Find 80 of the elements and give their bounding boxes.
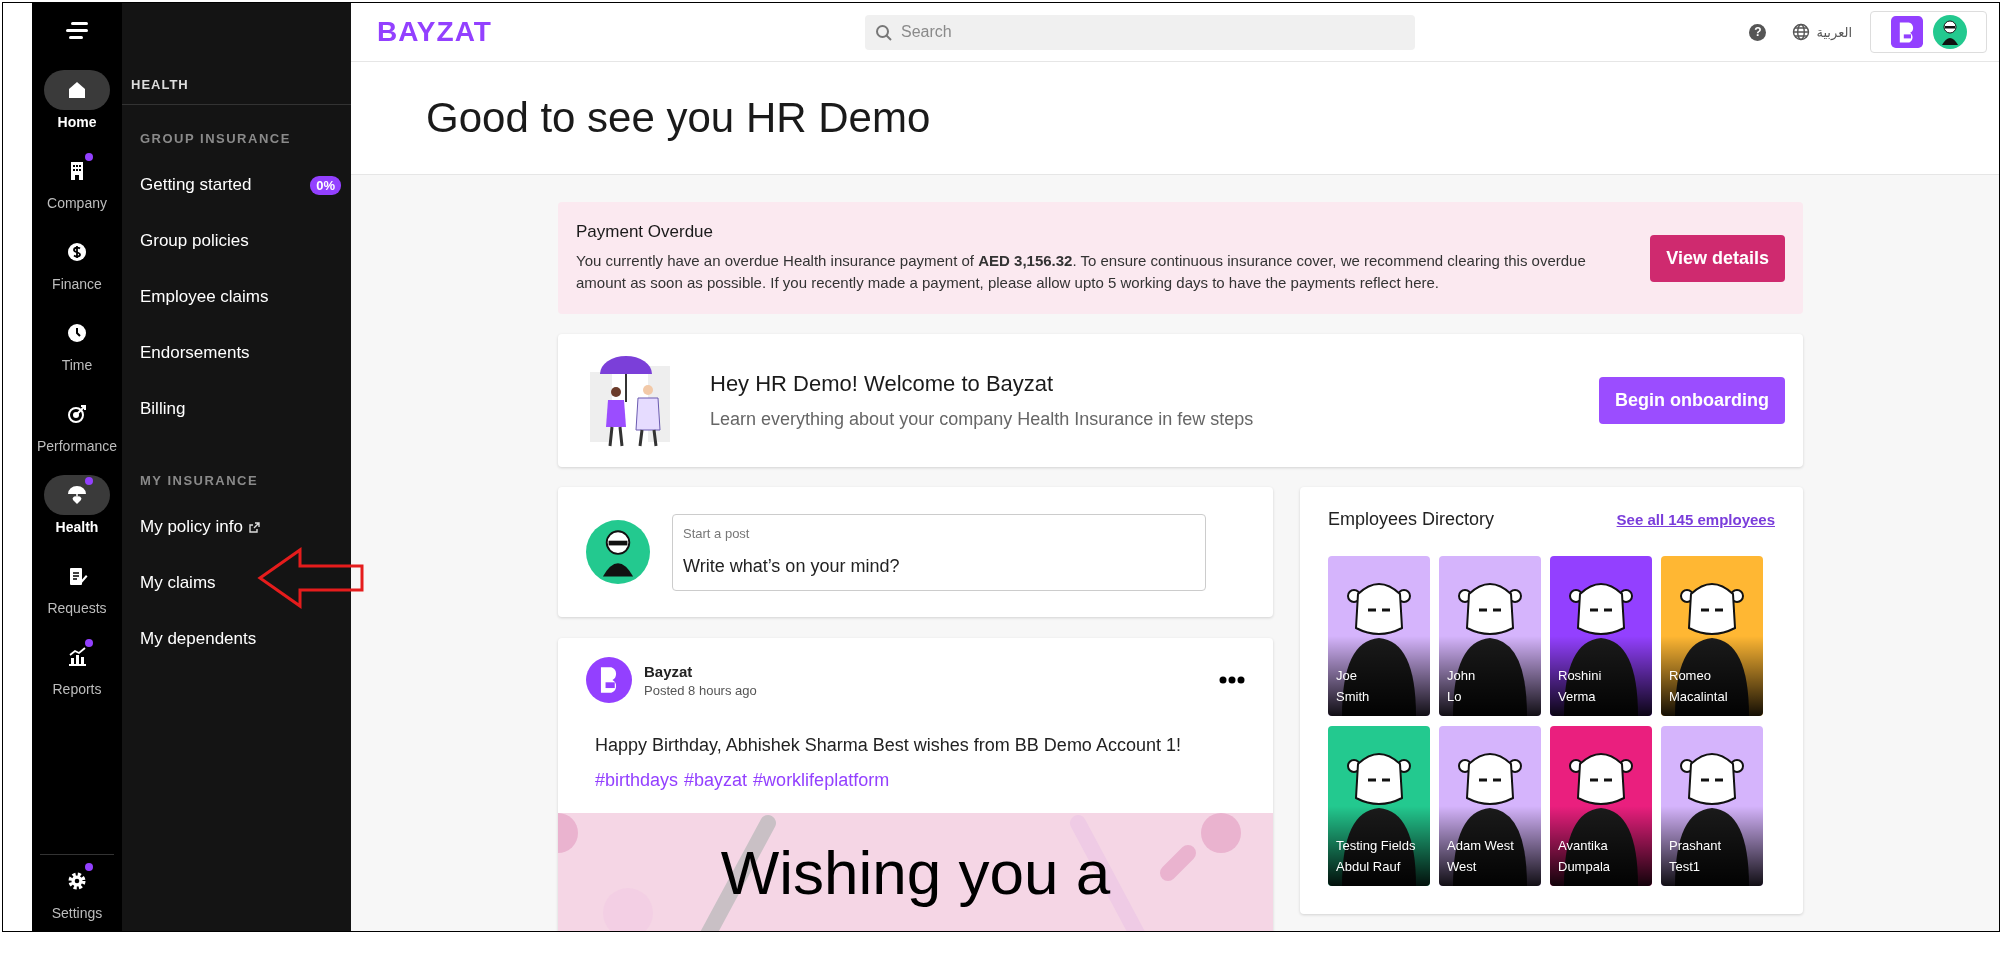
nav-item[interactable]: Time: [32, 301, 122, 382]
nav-item[interactable]: Health: [32, 463, 122, 544]
employee-card[interactable]: Joe Smith: [1328, 556, 1430, 716]
employee-first-name: Romeo: [1669, 668, 1712, 683]
nav-item[interactable]: Home: [32, 58, 122, 139]
company-logo-icon: [1890, 16, 1923, 48]
card-title: Employees Directory: [1328, 509, 1495, 530]
begin-onboarding-button[interactable]: Begin onboarding: [1599, 377, 1785, 424]
nav-item[interactable]: Settings: [40, 855, 114, 931]
employee-card[interactable]: John Lo: [1439, 556, 1541, 716]
field-label: Start a post: [683, 525, 750, 541]
employee-first-name: Adam West: [1447, 838, 1514, 853]
nav-link[interactable]: Employee claims: [140, 287, 269, 307]
group-heading: MY INSURANCE: [140, 473, 259, 489]
menu-icon[interactable]: [66, 21, 88, 40]
logo[interactable]: BAYZAT: [377, 16, 492, 48]
nav-item[interactable]: Requests: [32, 544, 122, 625]
employee-last-name: West: [1447, 859, 1478, 874]
search-icon: [875, 23, 893, 42]
nav-link[interactable]: Billing: [140, 399, 186, 419]
nav-link[interactable]: Getting started: [140, 175, 252, 195]
nav-item[interactable]: Company: [32, 139, 122, 220]
employee-card[interactable]: Romeo Macalintal: [1661, 556, 1763, 716]
avatar: [1932, 15, 1967, 49]
employee-last-name: Dumpala: [1558, 859, 1611, 874]
employee-card[interactable]: Roshini Verma: [1550, 556, 1652, 716]
nav-item[interactable]: Finance: [32, 220, 122, 301]
target-icon: [65, 402, 89, 426]
help-button[interactable]: ?: [1749, 23, 1767, 41]
employee-card[interactable]: Prashant Test1: [1661, 726, 1763, 886]
employee-first-name: Testing Fields: [1336, 838, 1416, 853]
nav-item[interactable]: Reports: [32, 625, 122, 706]
avatar: [586, 520, 650, 584]
employee-card[interactable]: Avantika Dumpala: [1550, 726, 1652, 886]
employee-first-name: Avantika: [1558, 838, 1609, 853]
nav-item[interactable]: Performance: [32, 382, 122, 463]
alert-message: You currently have an overdue Health insurance payment of AED 3,156.32. To ensure continuous insurance cover, we recommend clearing this overdue amount as soon as possible. If you recently made a payment, please allow upto 5 working days to have the payments reflect here.: [576, 251, 1587, 293]
search-field[interactable]: Search: [865, 14, 1415, 50]
employee-card[interactable]: Adam West West: [1439, 726, 1541, 886]
clock-icon: [65, 321, 89, 345]
employee-first-name: Prashant: [1669, 838, 1722, 853]
view-details-button[interactable]: View details: [1650, 234, 1785, 282]
employee-last-name: Abdul Rauf: [1336, 859, 1402, 874]
employee-last-name: Macalintal: [1669, 689, 1728, 704]
employee-first-name: Joe: [1336, 668, 1358, 683]
employee-last-name: Test1: [1669, 859, 1702, 874]
globe-icon: [1792, 23, 1811, 41]
employee-last-name: Smith: [1336, 689, 1370, 704]
account-button[interactable]: [1870, 11, 1987, 53]
post-text: Happy Birthday, Abhishek Sharma Best wishes from BB Demo Account 1!: [595, 735, 1182, 756]
section-title: HEALTH: [131, 77, 189, 92]
language-button[interactable]: العربية: [1792, 23, 1852, 41]
alert-title: Payment Overdue: [576, 222, 714, 242]
nav-link[interactable]: My dependents: [140, 629, 257, 649]
post-author: Bayzat: [644, 662, 694, 680]
nav-link[interactable]: Group policies: [140, 231, 249, 251]
welcome-title: Hey HR Demo! Welcome to Bayzat: [710, 371, 1055, 397]
hashtag-link[interactable]: #worklifeplatform: [753, 770, 890, 791]
employee-last-name: Verma: [1558, 689, 1597, 704]
more-icon[interactable]: [1219, 676, 1245, 684]
nav-link[interactable]: My policy info: [140, 517, 260, 537]
employee-last-name: Lo: [1447, 689, 1463, 704]
employee-first-name: Roshini: [1558, 668, 1602, 683]
see-all-link[interactable]: See all 145 employees: [1616, 511, 1775, 528]
hashtag-link[interactable]: #bayzat: [684, 770, 748, 791]
company-logo-icon: [586, 657, 632, 703]
progress-badge: 0%: [310, 175, 341, 195]
nav-link[interactable]: Endorsements: [140, 343, 250, 363]
post-time: Posted 8 hours ago: [644, 682, 758, 698]
welcome-subtitle: Learn everything about your company Health Insurance in few steps: [710, 409, 1255, 430]
hashtag-link[interactable]: #birthdays: [595, 770, 679, 791]
external-link-icon: [249, 521, 260, 533]
umbrella-heart-icon: [65, 483, 89, 507]
employee-card[interactable]: Testing Fields Abdul Rauf: [1328, 726, 1430, 886]
banner-text: Wishing you a: [720, 837, 1111, 909]
page-heading: Good to see you HR Demo: [426, 94, 931, 142]
dollar-icon: [65, 240, 89, 264]
nav-link[interactable]: My claims: [140, 573, 216, 593]
group-heading: GROUP INSURANCE: [140, 131, 291, 147]
employee-first-name: John: [1447, 668, 1476, 683]
